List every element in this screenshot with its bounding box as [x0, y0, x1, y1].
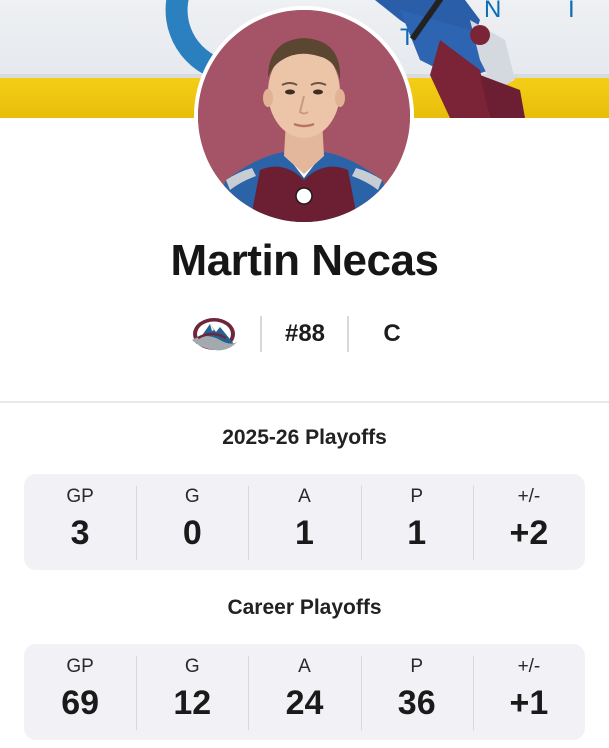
season-playoffs-title: 2025-26 Playoffs — [222, 426, 387, 449]
colorado-avalanche-logo-icon — [192, 318, 237, 351]
stat-label: A — [298, 656, 311, 677]
stat-g: G 12 — [136, 644, 248, 740]
stat-value: +1 — [509, 684, 549, 722]
career-playoffs-title: Career Playoffs — [227, 596, 382, 619]
player-name: Martin Necas — [170, 236, 439, 285]
stat-label: G — [184, 486, 200, 507]
stat-plus-minus: +/- +1 — [472, 644, 585, 740]
player-profile-page: U N I T — [0, 0, 609, 748]
stat-label: P — [410, 656, 424, 677]
stat-gp: GP 69 — [24, 644, 136, 740]
stat-value: 12 — [173, 684, 212, 722]
stat-value: 24 — [285, 684, 324, 722]
stat-a: A 1 — [248, 474, 360, 570]
stat-label: P — [410, 486, 424, 507]
stat-value: 69 — [61, 684, 100, 722]
jersey-number: #88 — [284, 320, 326, 347]
section-divider — [0, 401, 609, 403]
stat-value: +2 — [509, 514, 549, 552]
stat-value: 3 — [70, 514, 90, 552]
stat-plus-minus: +/- +2 — [472, 474, 585, 570]
stat-g: G 0 — [136, 474, 248, 570]
stat-gp: GP 3 — [24, 474, 136, 570]
stat-label: +/- — [517, 486, 541, 507]
stat-label: GP — [66, 656, 94, 677]
stat-p: P 1 — [360, 474, 473, 570]
stat-label: G — [184, 656, 200, 677]
stat-label: +/- — [517, 656, 541, 677]
stat-label: A — [298, 486, 311, 507]
player-headshot — [198, 10, 410, 222]
meta-divider — [260, 316, 262, 352]
stat-value: 0 — [182, 514, 202, 552]
player-position: C — [383, 320, 401, 347]
stat-p: P 36 — [360, 644, 473, 740]
player-avatar — [198, 10, 410, 222]
stat-label: GP — [66, 486, 94, 507]
stat-value: 36 — [397, 684, 436, 722]
season-playoffs-stats-card: GP 3 G 0 A 1 P 1 +/- +2 — [24, 474, 585, 570]
stat-value: 1 — [295, 514, 314, 552]
stat-a: A 24 — [248, 644, 360, 740]
meta-divider — [347, 316, 349, 352]
stat-value: 1 — [407, 514, 427, 552]
player-meta-row: #88 C — [0, 312, 609, 356]
career-playoffs-stats-card: GP 69 G 12 A 24 P 36 +/- +1 — [24, 644, 585, 740]
